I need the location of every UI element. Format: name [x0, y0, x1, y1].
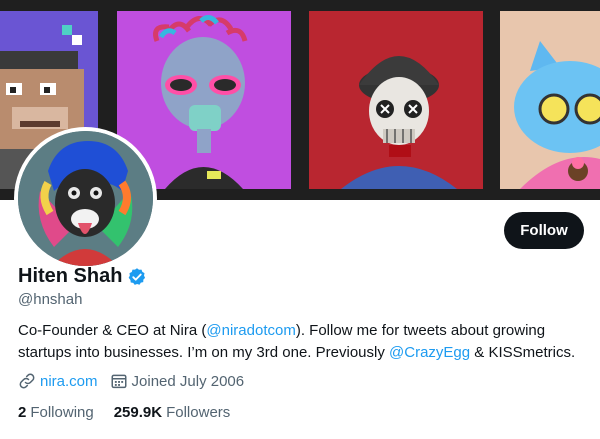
profile-name-row: Hiten Shah: [18, 265, 147, 288]
nft-image-cool-cat: [500, 11, 600, 189]
followers-count: 259.9K: [113, 404, 163, 421]
display-name: Hiten Shah: [18, 265, 123, 287]
verified-badge-icon[interactable]: [127, 267, 147, 287]
link-icon: [18, 372, 36, 390]
avatar-image: [18, 131, 153, 266]
followers-link[interactable]: 259.9K Followers: [114, 404, 231, 421]
nft-image-skull-soldier: [309, 11, 483, 189]
bio-mention-link[interactable]: @niradotcom: [206, 322, 295, 339]
profile-website: nira.com: [18, 372, 98, 390]
following-count: 2: [18, 404, 27, 421]
website-link[interactable]: nira.com: [40, 373, 98, 390]
followers-label: Followers: [166, 404, 231, 421]
joined-date: Joined July 2006: [131, 372, 245, 390]
bio-mention-link[interactable]: @CrazyEgg: [389, 344, 470, 361]
follow-button[interactable]: Follow: [504, 212, 584, 249]
following-label: Following: [30, 404, 94, 421]
bio-text: Co-Founder & CEO at Nira (: [18, 322, 207, 339]
calendar-icon: [110, 372, 128, 390]
profile-stats: 2 Following 259.9K Followers: [18, 404, 250, 421]
profile-meta-row: nira.com Joined July 2006: [18, 372, 256, 390]
profile-avatar[interactable]: [14, 127, 157, 270]
bio-text: & KISSmetrics.: [470, 344, 576, 361]
profile-joined: Joined July 2006: [110, 372, 245, 390]
profile-handle: @hnshah: [18, 291, 83, 308]
following-link[interactable]: 2 Following: [18, 404, 94, 421]
profile-bio: Co-Founder & CEO at Nira (@niradotcom). …: [18, 320, 583, 364]
